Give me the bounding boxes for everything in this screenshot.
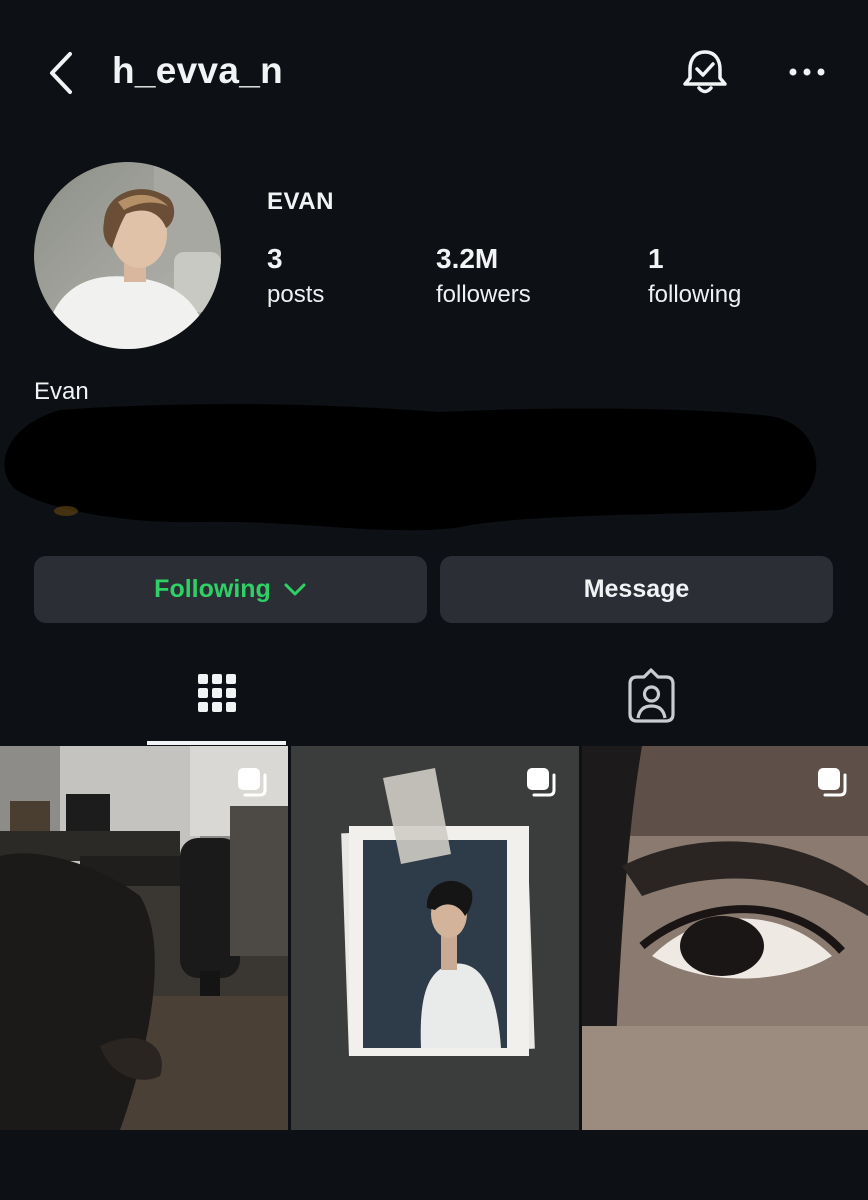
following-button-label: Following xyxy=(154,575,271,603)
tab-posts-grid[interactable] xyxy=(147,664,286,744)
post-thumbnail[interactable] xyxy=(291,746,579,1130)
posts-stat[interactable]: 3 posts xyxy=(267,243,324,309)
tagged-person-icon xyxy=(628,668,675,723)
post-thumbnail[interactable] xyxy=(0,746,288,1130)
following-stat[interactable]: 1 following xyxy=(648,243,741,309)
avatar-photo xyxy=(34,162,221,349)
more-horizontal-icon xyxy=(789,68,825,76)
top-bar: h_evva_n xyxy=(0,0,868,145)
notifications-button[interactable] xyxy=(680,46,730,98)
message-button-label: Message xyxy=(583,575,690,603)
back-button[interactable] xyxy=(44,50,84,96)
profile-display-name: EVAN xyxy=(267,188,334,215)
profile-avatar[interactable] xyxy=(34,162,221,349)
redaction-scribble xyxy=(4,404,817,531)
following-count: 1 xyxy=(648,243,664,274)
followers-label: followers xyxy=(436,281,531,308)
tab-tagged[interactable] xyxy=(582,664,721,744)
multiple-posts-icon xyxy=(238,768,267,797)
active-tab-indicator xyxy=(147,741,286,745)
followers-count: 3.2M xyxy=(436,243,499,274)
grid-icon xyxy=(198,674,236,712)
multiple-posts-icon xyxy=(818,768,847,797)
posts-grid xyxy=(0,746,868,1130)
chevron-down-icon xyxy=(284,583,306,595)
profile-username: h_evva_n xyxy=(112,50,284,91)
followers-stat[interactable]: 3.2M followers xyxy=(436,243,531,309)
message-button[interactable]: Message xyxy=(440,556,833,623)
multiple-posts-icon xyxy=(527,768,556,797)
posts-count: 3 xyxy=(267,243,283,274)
following-button[interactable]: Following xyxy=(34,556,427,623)
chevron-left-icon xyxy=(50,52,72,94)
notification-bell-check-icon xyxy=(683,50,727,94)
more-options-button[interactable] xyxy=(786,60,830,84)
following-label: following xyxy=(648,281,742,308)
studio-photo xyxy=(0,746,288,1130)
polaroid-photo xyxy=(291,746,579,1130)
post-thumbnail[interactable] xyxy=(582,746,868,1130)
posts-label: posts xyxy=(267,281,325,308)
eye-closeup-photo xyxy=(582,746,868,1130)
